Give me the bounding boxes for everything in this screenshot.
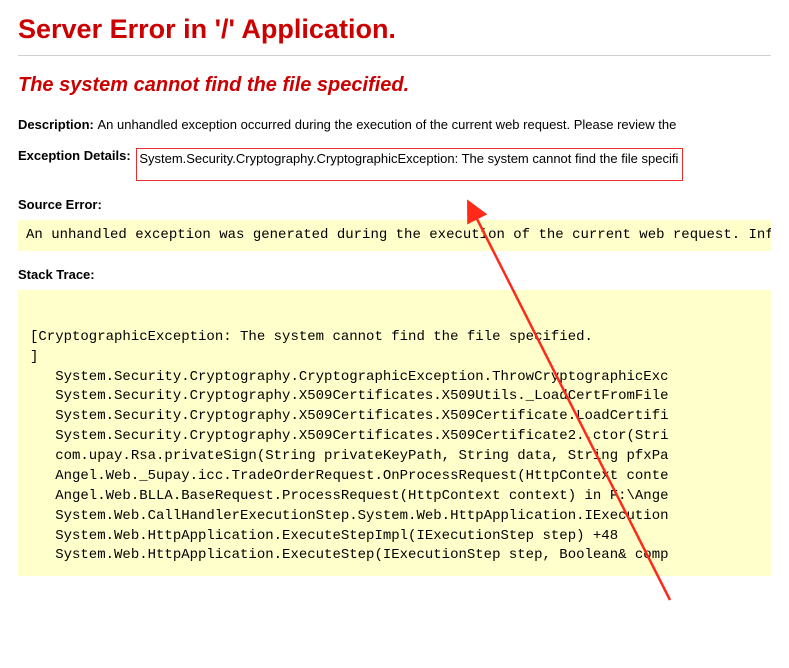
- source-error-label: Source Error:: [18, 197, 771, 212]
- stack-trace-label: Stack Trace:: [18, 267, 771, 282]
- exception-label: Exception Details:: [18, 148, 134, 163]
- stack-trace-block: [CryptographicException: The system cann…: [18, 290, 771, 576]
- source-error-block: An unhandled exception was generated dur…: [18, 220, 771, 251]
- exception-highlight-box: System.Security.Cryptography.Cryptograph…: [136, 148, 683, 181]
- description-text: An unhandled exception occurred during t…: [97, 117, 676, 132]
- divider: [18, 55, 771, 56]
- description-row: Description: An unhandled exception occu…: [18, 117, 771, 132]
- exception-text: System.Security.Cryptography.Cryptograph…: [139, 151, 678, 166]
- description-label: Description:: [18, 117, 97, 132]
- error-subtitle: The system cannot find the file specifie…: [18, 74, 771, 97]
- page-title: Server Error in '/' Application.: [18, 14, 771, 45]
- exception-row: Exception Details: System.Security.Crypt…: [18, 148, 771, 181]
